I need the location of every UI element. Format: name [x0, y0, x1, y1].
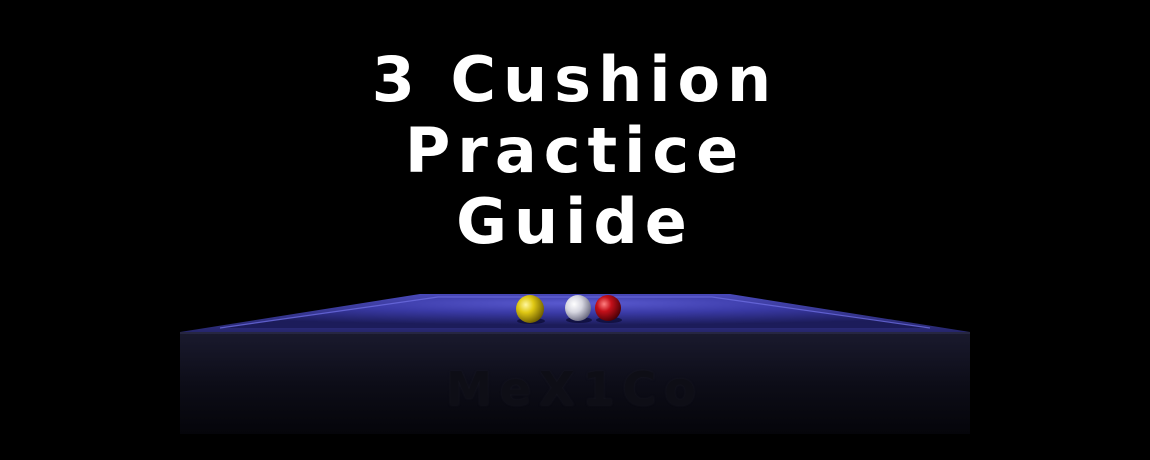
- white-ball: [565, 295, 591, 321]
- page-title: 3 Cushion Practice Guide: [0, 44, 1150, 257]
- title-line-3: Guide: [456, 185, 694, 258]
- table-brand-label: MeX1Co: [446, 362, 704, 416]
- yellow-ball: [516, 295, 544, 323]
- title-line-2: Practice: [404, 114, 746, 187]
- splash-screen: 3 Cushion Practice Guide MeX1Co: [0, 0, 1150, 460]
- red-ball: [595, 295, 621, 321]
- title-line-1: 3 Cushion: [371, 43, 779, 116]
